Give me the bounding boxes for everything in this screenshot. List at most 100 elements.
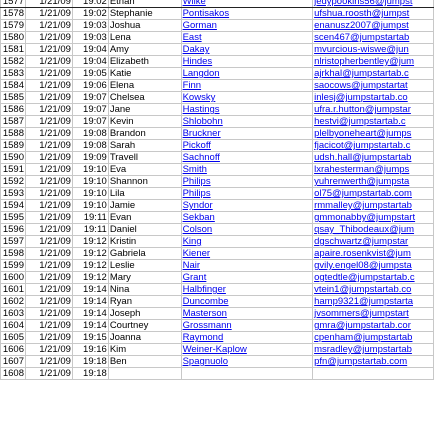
cell-time[interactable]: 19:12 [71, 247, 109, 260]
cell-id[interactable]: 1579 [0, 19, 26, 32]
cell-last-name[interactable]: Dakay [180, 43, 314, 56]
cell-id[interactable]: 1580 [0, 31, 26, 44]
cell-date[interactable]: 1/21/09 [24, 43, 73, 56]
cell-time[interactable]: 19:18 [71, 355, 109, 368]
cell-first-name[interactable]: Courtney [107, 319, 182, 332]
cell-time[interactable]: 19:15 [71, 331, 109, 344]
cell-time[interactable]: 19:07 [71, 91, 109, 104]
cell-email[interactable]: plelbyoneheart@jumps [312, 127, 434, 140]
cell-date[interactable]: 1/21/09 [24, 211, 73, 224]
cell-first-name[interactable]: Lila [107, 187, 182, 200]
cell-email[interactable]: gvily.engel08@jumpsta [312, 259, 434, 272]
table-row[interactable]: 1578 1/21/09 19:02 Stephanie Pontisakos ufshu… [0, 7, 434, 20]
cell-first-name[interactable]: Kevin [107, 115, 182, 128]
cell-email[interactable]: vtein1@jumpstartab.co [312, 283, 434, 296]
cell-email[interactable]: hestvi@jumpstartab.c [312, 115, 434, 128]
cell-first-name[interactable]: Jamie [107, 199, 182, 212]
cell-first-name[interactable]: Joanna [107, 331, 182, 344]
cell-last-name[interactable]: Gorman [180, 19, 314, 32]
cell-date[interactable]: 1/21/09 [24, 283, 73, 296]
cell-time[interactable]: 19:14 [71, 307, 109, 320]
cell-last-name[interactable]: Sekban [180, 211, 314, 224]
cell-id[interactable]: 1582 [0, 55, 26, 68]
cell-last-name[interactable]: Syndor [180, 199, 314, 212]
table-row[interactable]: 1577 1/21/09 19:02 Ethan Wilke jedypookins56@… [0, 0, 434, 8]
cell-id[interactable]: 1585 [0, 91, 26, 104]
cell-time[interactable]: 19:10 [71, 175, 109, 188]
cell-last-name[interactable]: Pickoff [180, 139, 314, 152]
cell-id[interactable]: 1597 [0, 235, 26, 248]
table-row[interactable]: 1581 1/21/09 19:04 Amy Dakay mvurcious-wiswe@… [0, 43, 434, 56]
table-row[interactable]: 1603 1/21/09 19:14 Joseph Masterson jvsommers… [0, 307, 434, 320]
cell-email[interactable]: ufra.r.hutton@jumpstar [312, 103, 434, 116]
cell-date[interactable]: 1/21/09 [24, 199, 73, 212]
cell-email[interactable]: gmra@jumpstartab.cor [312, 319, 434, 332]
cell-time[interactable]: 19:07 [71, 103, 109, 116]
table-row[interactable]: 1579 1/21/09 19:03 Joshua Gorman enanusz2007@… [0, 19, 434, 32]
cell-time[interactable]: 19:10 [71, 163, 109, 176]
cell-first-name[interactable]: Nina [107, 283, 182, 296]
cell-last-name[interactable]: Halbfinger [180, 283, 314, 296]
table-row[interactable]: 1607 1/21/09 19:18 Ben Spagnuolo pfn@jumpstar… [0, 355, 434, 368]
cell-first-name[interactable]: Eva [107, 163, 182, 176]
cell-id[interactable]: 1594 [0, 199, 26, 212]
cell-last-name[interactable]: King [180, 235, 314, 248]
table-row[interactable]: 1606 1/21/09 19:16 Kim Weiner-Kaplow msradley… [0, 343, 434, 356]
cell-email[interactable]: qsay_Thibodeaux@jum [312, 223, 434, 236]
table-row[interactable]: 1584 1/21/09 19:06 Elena Finn saocows@jumpsta… [0, 79, 434, 92]
cell-time[interactable]: 19:02 [71, 7, 109, 20]
cell-time[interactable]: 19:11 [71, 211, 109, 224]
cell-id[interactable]: 1577 [0, 0, 26, 8]
cell-date[interactable]: 1/21/09 [24, 259, 73, 272]
cell-time[interactable]: 19:14 [71, 295, 109, 308]
table-row[interactable]: 1582 1/21/09 19:04 Elizabeth Hindes nlristoph… [0, 55, 434, 68]
cell-last-name[interactable]: Philips [180, 175, 314, 188]
cell-last-name[interactable]: Weiner-Kaplow [180, 343, 314, 356]
cell-email[interactable]: scen467@jumpstartab [312, 31, 434, 44]
cell-date[interactable]: 1/21/09 [24, 295, 73, 308]
table-row[interactable]: 1604 1/21/09 19:14 Courtney Grossmann gmra@ju… [0, 319, 434, 332]
cell-date[interactable]: 1/21/09 [24, 247, 73, 260]
cell-date[interactable]: 1/21/09 [24, 31, 73, 44]
cell-email[interactable]: gmmonabby@jumpstart [312, 211, 434, 224]
cell-date[interactable]: 1/21/09 [24, 367, 73, 380]
cell-time[interactable]: 19:03 [71, 31, 109, 44]
cell-last-name[interactable]: Finn [180, 79, 314, 92]
cell-id[interactable]: 1588 [0, 127, 26, 140]
cell-last-name[interactable]: Kiener [180, 247, 314, 260]
cell-id[interactable]: 1607 [0, 355, 26, 368]
table-row[interactable]: 1597 1/21/09 19:12 Kristin King dgschwartz@ju… [0, 235, 434, 248]
cell-last-name[interactable]: Hastings [180, 103, 314, 116]
cell-time[interactable]: 19:08 [71, 127, 109, 140]
cell-last-name[interactable]: Sachnoff [180, 151, 314, 164]
cell-email[interactable]: udsh.hall@jumpstartab [312, 151, 434, 164]
cell-date[interactable]: 1/21/09 [24, 187, 73, 200]
cell-last-name[interactable]: Wilke [180, 0, 314, 8]
cell-time[interactable]: 19:14 [71, 283, 109, 296]
cell-last-name[interactable]: Kowsky [180, 91, 314, 104]
cell-id[interactable]: 1601 [0, 283, 26, 296]
cell-id[interactable]: 1590 [0, 151, 26, 164]
table-row[interactable]: 1589 1/21/09 19:08 Sarah Pickoff fjacicot@jum… [0, 139, 434, 152]
cell-first-name[interactable]: Elizabeth [107, 55, 182, 68]
table-row[interactable]: 1600 1/21/09 19:12 Mary Grant ogtedtle@jumpst… [0, 271, 434, 284]
table-row[interactable]: 1593 1/21/09 19:10 Lila Philips ol75@jumpstar… [0, 187, 434, 200]
cell-email[interactable]: jvsommers@jumpstart [312, 307, 434, 320]
table-row[interactable]: 1591 1/21/09 19:10 Eva Smith lxrahesterman@ju… [0, 163, 434, 176]
cell-first-name[interactable]: Elena [107, 79, 182, 92]
cell-email[interactable]: cpenham@jumpstartab [312, 331, 434, 344]
cell-id[interactable]: 1608 [0, 367, 26, 380]
table-row[interactable]: 1586 1/21/09 19:07 Jane Hastings ufra.r.hutto… [0, 103, 434, 116]
cell-email[interactable]: pfn@jumpstartab.com [312, 355, 434, 368]
cell-first-name[interactable]: Shannon [107, 175, 182, 188]
table-row[interactable]: 1598 1/21/09 19:12 Gabriela Kiener apaire.ros… [0, 247, 434, 260]
cell-id[interactable]: 1581 [0, 43, 26, 56]
cell-email[interactable]: yuhrenwerth@jumpsta [312, 175, 434, 188]
cell-date[interactable]: 1/21/09 [24, 235, 73, 248]
cell-time[interactable]: 19:06 [71, 79, 109, 92]
cell-id[interactable]: 1606 [0, 343, 26, 356]
cell-date[interactable]: 1/21/09 [24, 163, 73, 176]
cell-first-name[interactable]: Gabriela [107, 247, 182, 260]
cell-first-name[interactable]: Mary [107, 271, 182, 284]
cell-id[interactable]: 1603 [0, 307, 26, 320]
